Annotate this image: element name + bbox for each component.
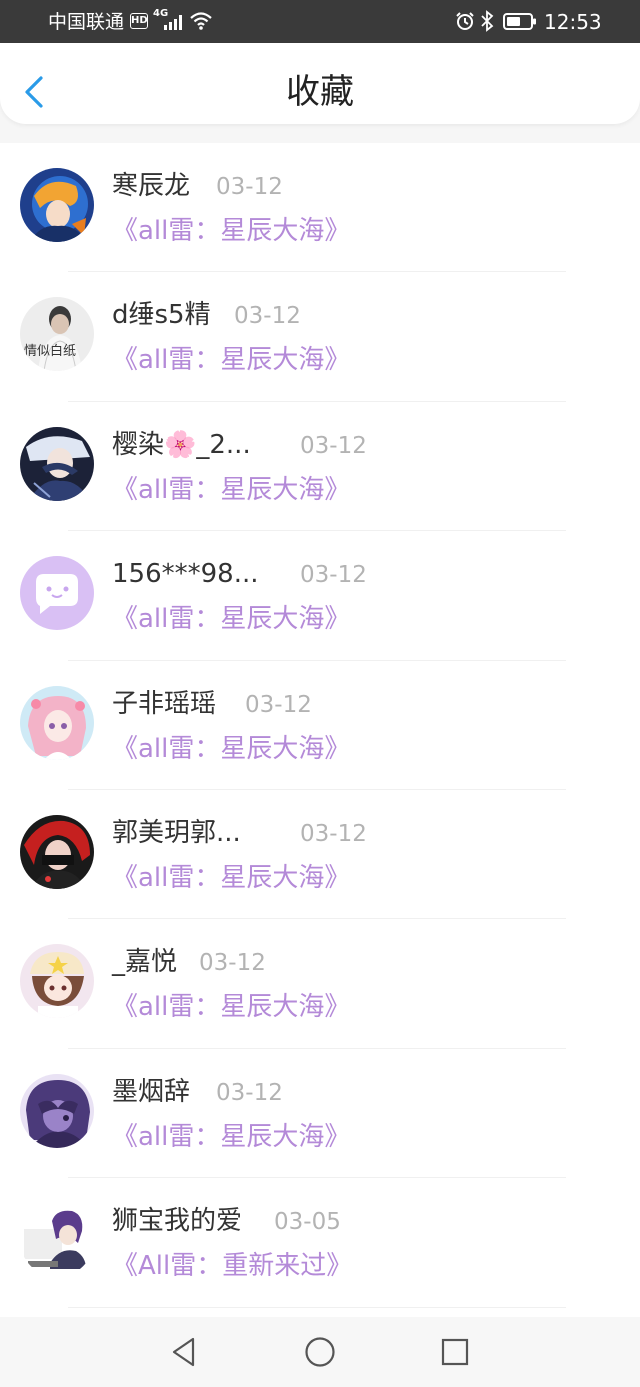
story-link[interactable]: 《all雷：星辰大海》 — [112, 1119, 350, 1155]
story-link[interactable]: 《All雷：重新来过》 — [112, 1248, 352, 1284]
username: 墨烟辞 — [112, 1076, 191, 1107]
date: 03-05 — [274, 1209, 341, 1236]
system-nav-bar — [0, 1317, 640, 1387]
username: 樱染🌸_2... — [112, 429, 251, 460]
avatar-text: 情似白纸 — [24, 343, 76, 359]
avatar[interactable] — [20, 426, 94, 501]
page-title: 收藏 — [286, 72, 354, 112]
circle-home-icon[interactable] — [302, 1334, 338, 1370]
story-link[interactable]: 《all雷：星辰大海》 — [112, 472, 350, 508]
square-recents-icon[interactable] — [437, 1334, 473, 1370]
screen: 中国联通 HD 4G 12:53 收藏 寒辰龙 03-12 《all雷：星辰大海… — [0, 0, 640, 1387]
date: 03-12 — [216, 174, 283, 200]
username: 子非瑶瑶 — [112, 688, 217, 719]
signal-icon — [164, 15, 182, 30]
list-item[interactable]: _嘉悦 03-12 《all雷：星辰大海》 — [0, 919, 640, 1049]
date: 03-12 — [216, 1079, 283, 1106]
avatar[interactable] — [20, 168, 94, 242]
list-item[interactable]: 寒辰龙 03-12 《all雷：星辰大海》 — [0, 143, 640, 273]
story-link[interactable]: 《all雷：星辰大海》 — [112, 342, 350, 378]
list-item[interactable]: 子非瑶瑶 03-12 《all雷：星辰大海》 — [0, 661, 640, 790]
story-link[interactable]: 《all雷：星辰大海》 — [112, 731, 350, 767]
bluetooth-icon — [481, 10, 494, 32]
date: 03-12 — [300, 432, 367, 459]
carrier-label: 中国联通 — [48, 11, 125, 33]
date: 03-12 — [199, 950, 266, 977]
username: 狮宝我的爱 — [112, 1206, 243, 1237]
date: 03-12 — [300, 820, 367, 847]
hd-badge: HD — [130, 13, 148, 29]
favorites-list: 寒辰龙 03-12 《all雷：星辰大海》 情似白纸 d缍s5精 03-12 《… — [0, 143, 640, 1308]
triangle-back-icon[interactable] — [166, 1334, 202, 1370]
list-item[interactable]: 樱染🌸_2... 03-12 《all雷：星辰大海》 — [0, 402, 640, 532]
wifi-icon — [190, 12, 212, 30]
list-item[interactable]: 156***98... 03-12 《all雷：星辰大海》 — [0, 531, 640, 661]
avatar[interactable]: 情似白纸 — [20, 297, 94, 372]
avatar[interactable] — [20, 1073, 94, 1148]
avatar[interactable] — [20, 1203, 94, 1278]
username: _嘉悦 — [112, 947, 178, 978]
story-link[interactable]: 《all雷：星辰大海》 — [112, 213, 350, 249]
list-item[interactable]: 墨烟辞 03-12 《all雷：星辰大海》 — [0, 1049, 640, 1179]
story-link[interactable]: 《all雷：星辰大海》 — [112, 989, 350, 1025]
avatar[interactable] — [20, 944, 94, 1019]
clock: 12:53 — [544, 10, 602, 34]
avatar[interactable] — [20, 814, 94, 889]
story-link[interactable]: 《all雷：星辰大海》 — [112, 860, 350, 896]
avatar[interactable] — [20, 556, 94, 631]
date: 03-12 — [245, 691, 312, 718]
default-avatar-icon — [20, 556, 94, 631]
battery-icon — [503, 13, 536, 30]
story-link[interactable]: 《all雷：星辰大海》 — [112, 601, 350, 637]
list-item[interactable]: 狮宝我的爱 03-05 《All雷：重新来过》 — [0, 1178, 640, 1308]
username: d缍s5精 — [112, 300, 211, 331]
list-item[interactable]: 郭美玥郭... 03-12 《all雷：星辰大海》 — [0, 790, 640, 920]
status-bar: 中国联通 HD 4G 12:53 — [0, 0, 640, 43]
avatar[interactable] — [20, 685, 94, 760]
divider — [68, 1306, 566, 1308]
username: 156***98... — [112, 559, 259, 590]
date: 03-12 — [300, 562, 367, 589]
alarm-icon — [456, 12, 474, 30]
username: 郭美玥郭... — [112, 817, 241, 848]
username: 寒辰龙 — [112, 171, 191, 201]
date: 03-12 — [234, 303, 301, 330]
list-item[interactable]: 情似白纸 d缍s5精 03-12 《all雷：星辰大海》 — [0, 272, 640, 402]
